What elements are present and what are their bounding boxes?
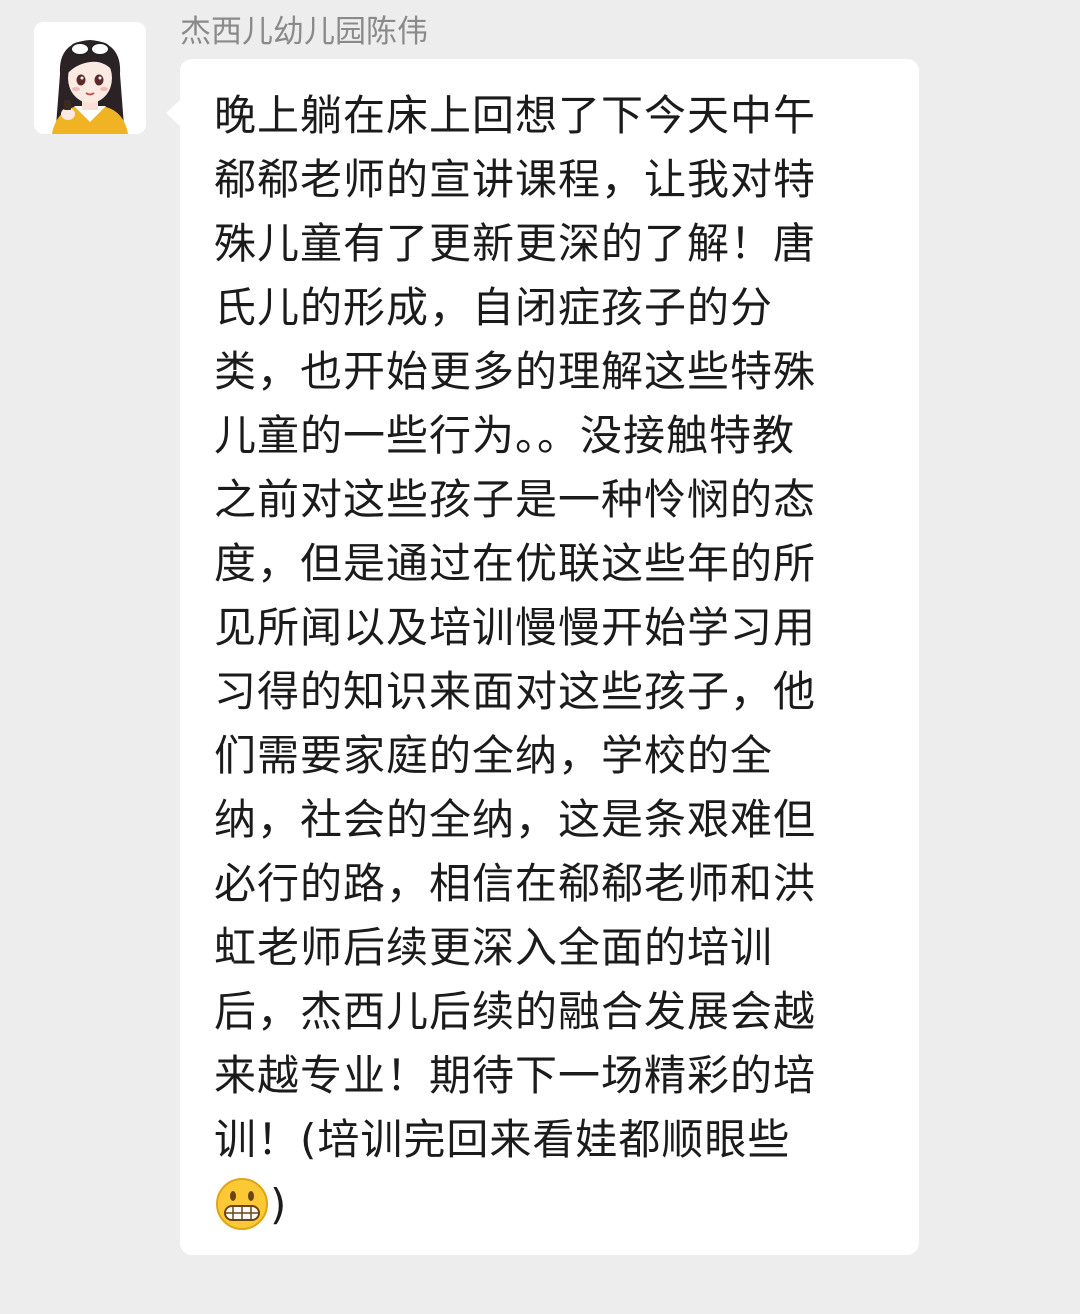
chat-message-row: 杰西儿幼儿园陈伟 晚上躺在床上回想了下今天中午 郗郗老师的宣讲课程，让我对特 殊…	[0, 0, 1080, 1314]
closing-parenthesis: )	[270, 1179, 287, 1229]
sender-name: 杰西儿幼儿园陈伟	[180, 14, 428, 50]
grinning-face-icon	[216, 1178, 268, 1230]
message-text: 晚上躺在床上回想了下今天中午 郗郗老师的宣讲课程，让我对特 殊儿童有了更新更深的…	[214, 91, 817, 1164]
message-emoji-line: )	[214, 1172, 286, 1236]
bubble-tail	[166, 99, 181, 127]
message-bubble[interactable]: 晚上躺在床上回想了下今天中午 郗郗老师的宣讲课程，让我对特 殊儿童有了更新更深的…	[166, 59, 919, 1255]
sender-avatar[interactable]	[34, 22, 146, 134]
girl-avatar-icon	[34, 22, 146, 134]
